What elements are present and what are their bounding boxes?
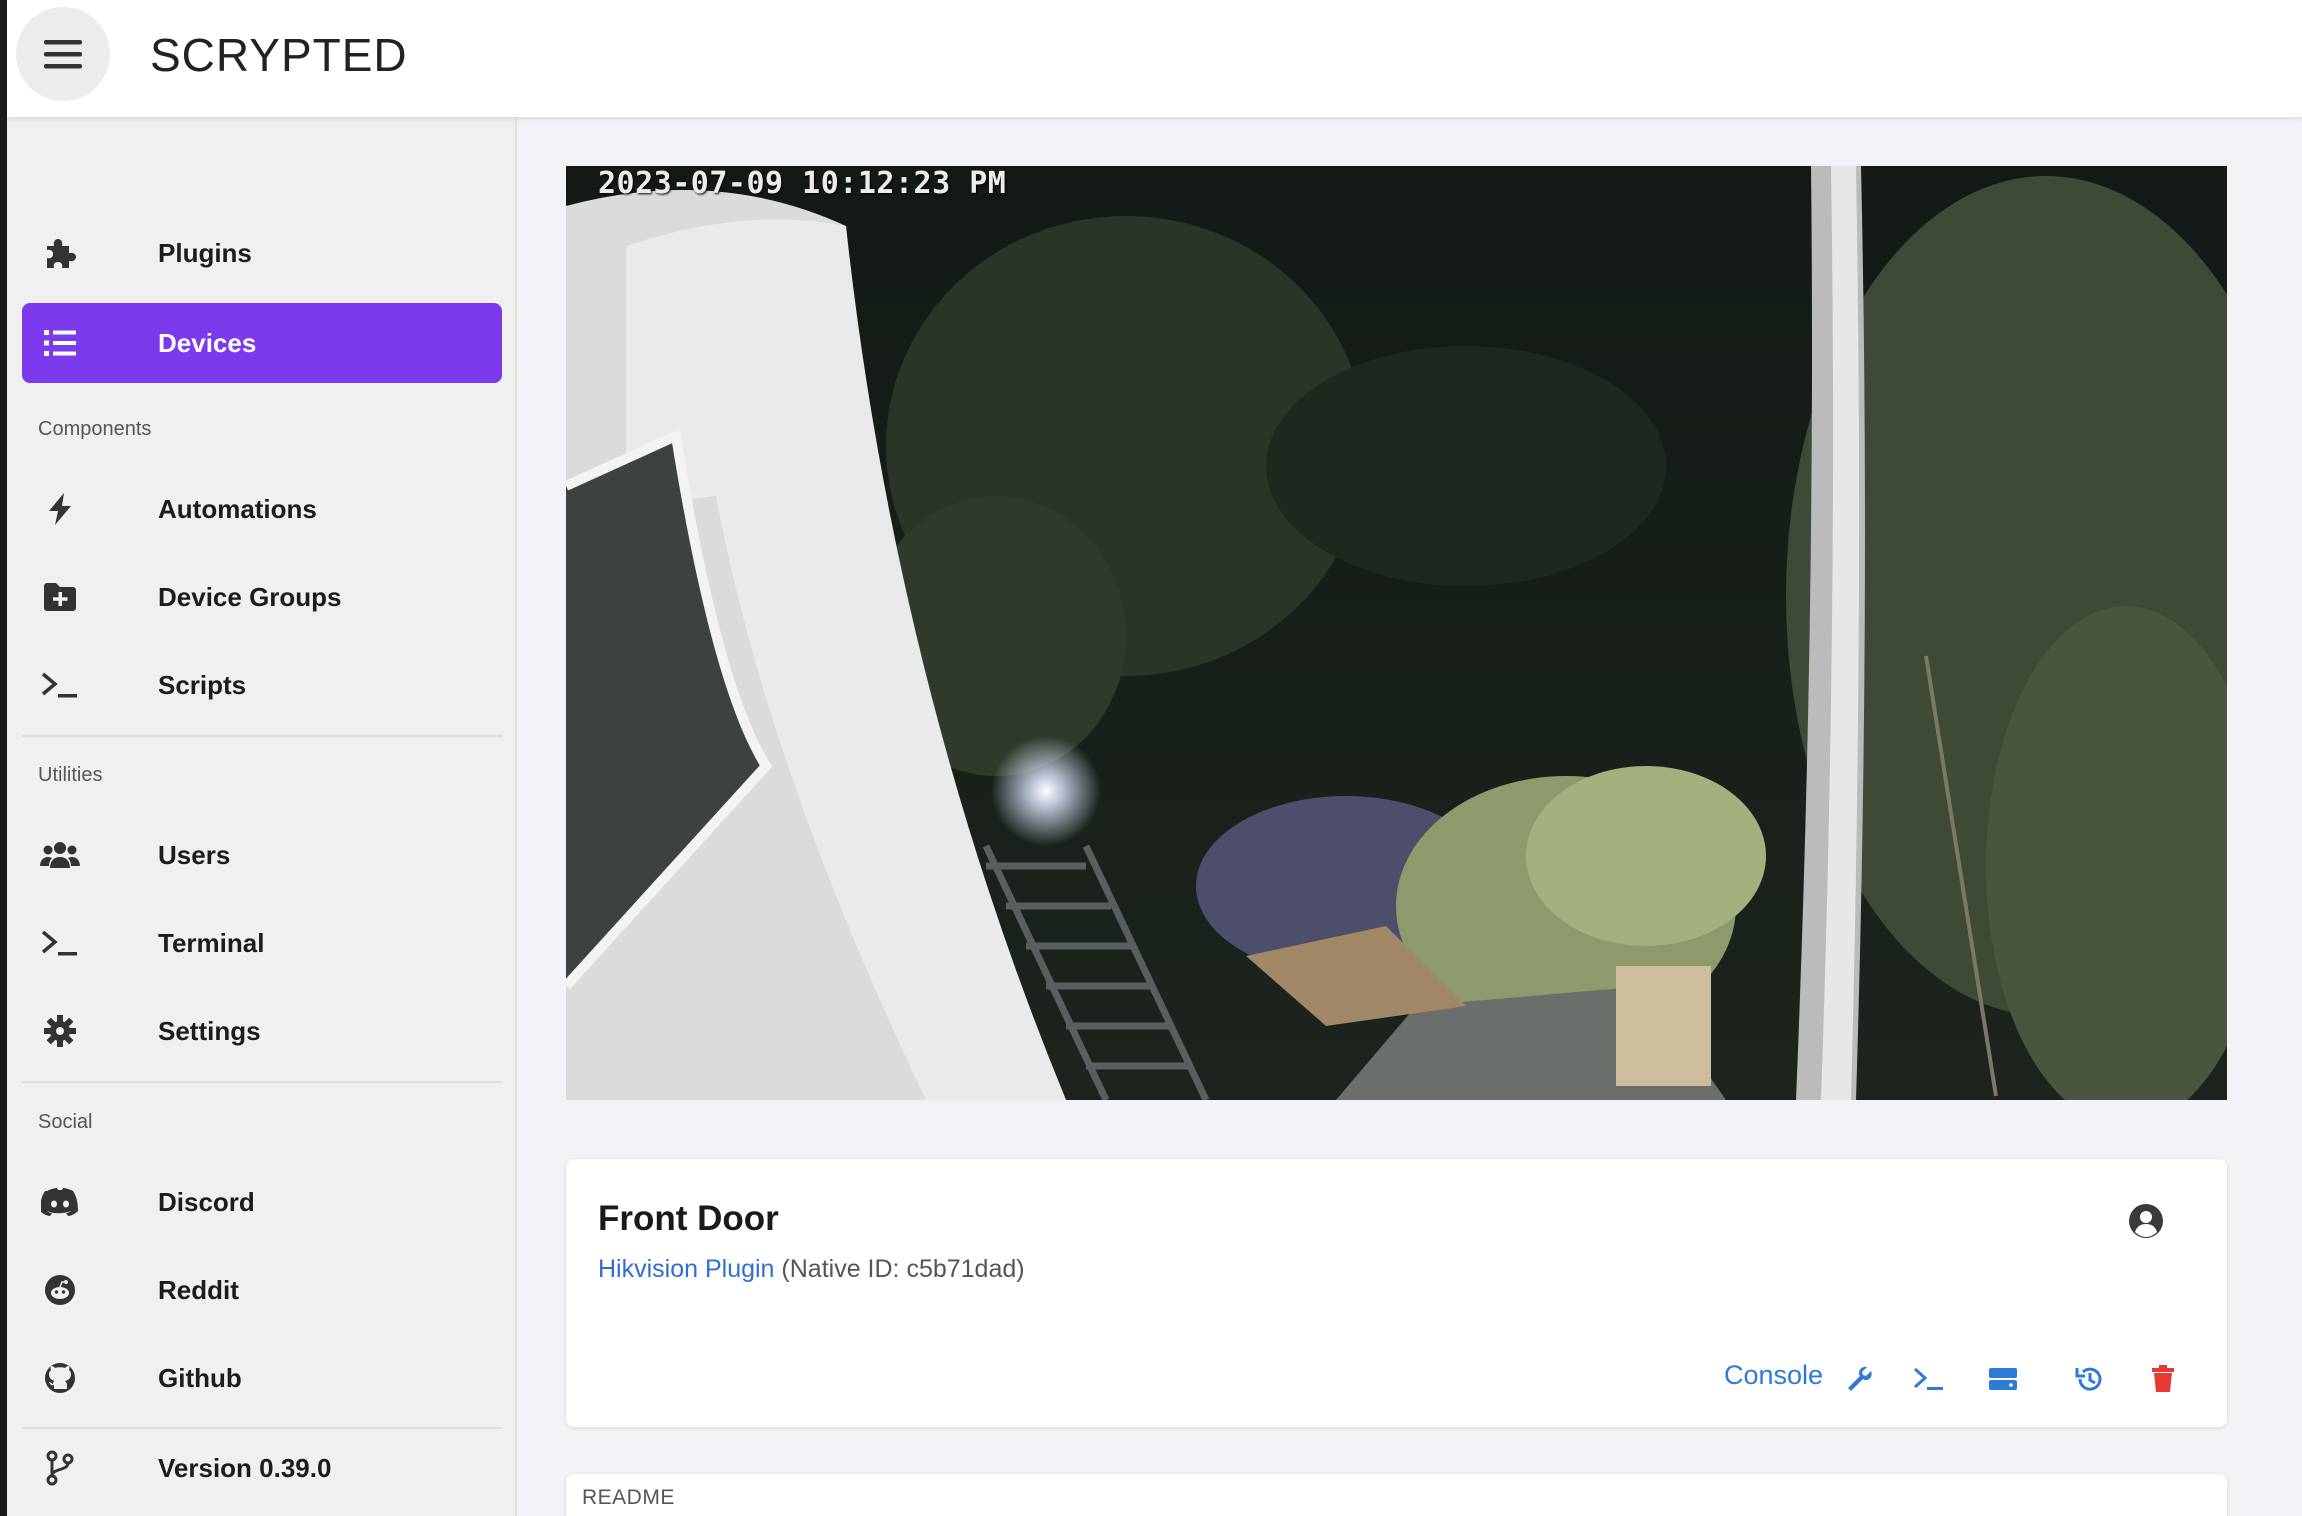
- sidebar-item-version[interactable]: Version 0.39.0: [22, 1428, 502, 1508]
- folder-plus-icon: [40, 577, 80, 617]
- sidebar-item-users[interactable]: Users: [22, 815, 502, 895]
- users-icon: [40, 835, 80, 875]
- hamburger-menu-icon: [44, 40, 82, 69]
- puzzle-icon: [40, 233, 80, 273]
- sidebar-item-label: Github: [158, 1362, 242, 1393]
- sidebar-divider: [22, 1081, 502, 1083]
- readme-card: README: [566, 1474, 2227, 1516]
- gear-icon: [40, 1011, 80, 1051]
- sidebar-item-label: Terminal: [158, 927, 265, 958]
- git-branch-icon: [40, 1448, 80, 1488]
- device-actions: Console: [566, 1354, 2227, 1404]
- native-id: (Native ID: c5b71dad): [781, 1255, 1025, 1283]
- discord-icon: [40, 1182, 80, 1222]
- sidebar-item-devices[interactable]: Devices: [22, 303, 502, 383]
- list-icon: [40, 323, 80, 363]
- sidebar-item-automations[interactable]: Automations: [22, 469, 502, 549]
- trash-icon[interactable]: [2146, 1362, 2180, 1396]
- sidebar-item-github[interactable]: Github: [22, 1338, 502, 1418]
- app-bar: SCRYPTED: [7, 0, 2302, 117]
- bolt-icon: [40, 489, 80, 529]
- device-name: Front Door: [598, 1199, 779, 1238]
- account-circle-icon[interactable]: [2128, 1203, 2164, 1239]
- camera-scene-image: [566, 166, 2227, 1100]
- section-label-social: Social: [38, 1111, 93, 1133]
- github-icon: [40, 1358, 80, 1398]
- sidebar-item-label: Discord: [158, 1186, 255, 1217]
- sidebar-divider: [22, 735, 502, 737]
- terminal-icon[interactable]: [1912, 1362, 1946, 1396]
- plugin-link[interactable]: Hikvision Plugin: [598, 1255, 774, 1283]
- history-icon[interactable]: [2073, 1362, 2107, 1396]
- sidebar-item-label: Device Groups: [158, 581, 342, 612]
- console-button[interactable]: Console: [1724, 1360, 1823, 1391]
- sidebar-item-plugins[interactable]: Plugins: [22, 213, 502, 293]
- device-subtitle: Hikvision Plugin (Native ID: c5b71dad): [598, 1255, 1025, 1284]
- terminal-icon: [40, 665, 80, 705]
- menu-button[interactable]: [16, 7, 110, 101]
- camera-timestamp: 2023-07-09 10:12:23 PM: [598, 166, 1007, 201]
- sidebar-item-device-groups[interactable]: Device Groups: [22, 557, 502, 637]
- window-edge: [0, 0, 7, 1516]
- sidebar-item-label: Devices: [158, 327, 257, 358]
- storage-icon[interactable]: [1986, 1362, 2020, 1396]
- section-label-components: Components: [38, 418, 152, 440]
- sidebar-item-scripts[interactable]: Scripts: [22, 645, 502, 725]
- sidebar-item-label: Users: [158, 839, 231, 870]
- terminal-icon: [40, 923, 80, 963]
- sidebar-item-label: Scripts: [158, 669, 247, 700]
- sidebar-item-label: Reddit: [158, 1274, 239, 1305]
- device-card: Front Door Hikvision Plugin (Native ID: …: [566, 1159, 2227, 1427]
- sidebar-item-label: Automations: [158, 493, 317, 524]
- sidebar-item-label: Settings: [158, 1015, 261, 1046]
- sidebar-item-settings[interactable]: Settings: [22, 991, 502, 1071]
- sidebar: Plugins Devices Components Automations D…: [7, 117, 517, 1516]
- camera-snapshot[interactable]: 2023-07-09 10:12:23 PM: [566, 166, 2227, 1100]
- sidebar-item-label: Plugins: [158, 237, 252, 268]
- sidebar-item-terminal[interactable]: Terminal: [22, 903, 502, 983]
- reddit-icon: [40, 1270, 80, 1310]
- sidebar-item-reddit[interactable]: Reddit: [22, 1250, 502, 1330]
- app-title: SCRYPTED: [150, 29, 408, 81]
- readme-label: README: [582, 1486, 675, 1509]
- section-label-utilities: Utilities: [38, 764, 103, 786]
- wrench-icon[interactable]: [1843, 1362, 1877, 1396]
- sidebar-item-discord[interactable]: Discord: [22, 1162, 502, 1242]
- sidebar-item-label: Version 0.39.0: [158, 1452, 332, 1483]
